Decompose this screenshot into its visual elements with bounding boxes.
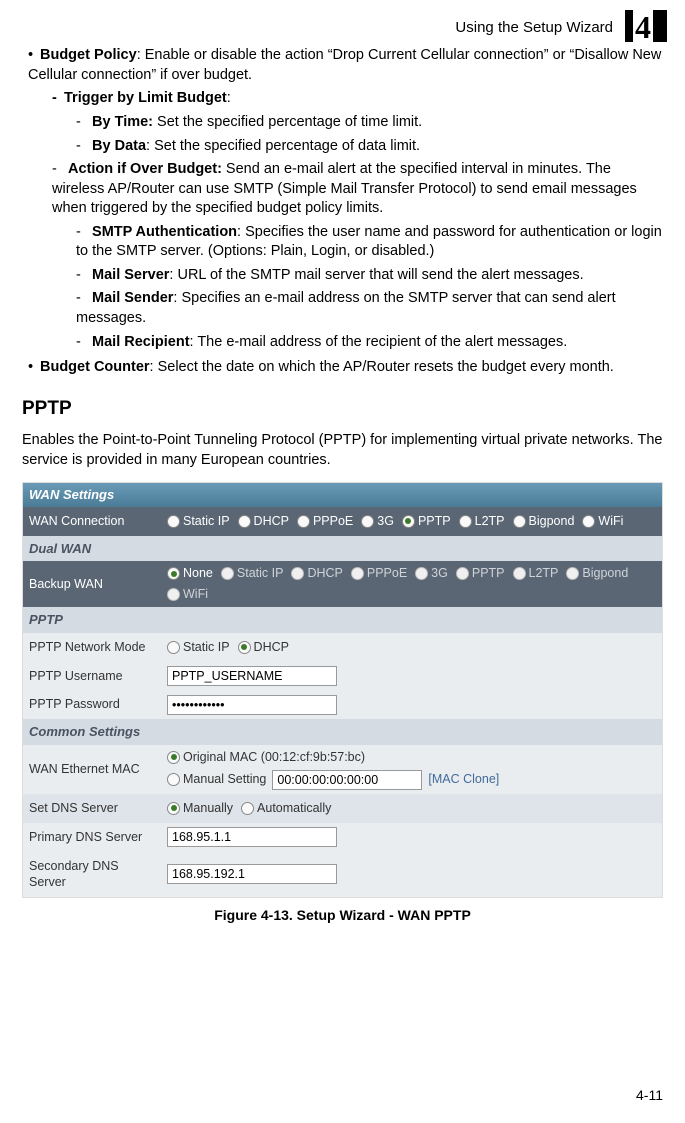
dns-manual-radio[interactable]: Manually [167, 800, 233, 817]
by-time-item: - By Time: Set the specified percentage … [76, 113, 663, 133]
wan-pppoe-radio[interactable]: PPPoE [297, 513, 353, 530]
mac-manual-input[interactable] [272, 770, 422, 790]
wan-dhcp-radio[interactable]: DHCP [238, 513, 289, 530]
primary-dns-row: Primary DNS Server [23, 823, 662, 852]
backup-static-ip-radio[interactable]: Static IP [221, 565, 284, 582]
pptp-password-input[interactable] [167, 695, 337, 715]
page-header-title: Using the Setup Wizard [22, 18, 663, 38]
pptp-username-row: PPTP Username [23, 662, 662, 691]
chapter-number: 4 [633, 6, 653, 49]
wan-mac-row: WAN Ethernet MAC Original MAC (00:12:cf:… [23, 745, 662, 794]
mail-recipient-item: - Mail Recipient: The e-mail address of … [76, 333, 663, 353]
backup-dhcp-radio[interactable]: DHCP [291, 565, 342, 582]
secondary-dns-input[interactable] [167, 864, 337, 884]
budget-counter-item: •Budget Counter: Select the date on whic… [28, 358, 663, 378]
pptp-static-ip-radio[interactable]: Static IP [167, 639, 230, 656]
content-list: •Budget Policy: Enable or disable the ac… [22, 46, 663, 377]
pptp-subheader: PPTP [23, 607, 662, 633]
common-settings-subheader: Common Settings [23, 719, 662, 745]
page-number: 4-11 [636, 1086, 663, 1105]
backup-wan-row: Backup WAN None Static IP DHCP PPPoE 3G … [23, 561, 662, 607]
mail-server-item: - Mail Server: URL of the SMTP mail serv… [76, 266, 663, 286]
set-dns-row: Set DNS Server Manually Automatically [23, 794, 662, 823]
figure-caption: Figure 4-13. Setup Wizard - WAN PPTP [22, 906, 663, 925]
backup-bigpond-radio[interactable]: Bigpond [566, 565, 628, 582]
backup-l2tp-radio[interactable]: L2TP [513, 565, 559, 582]
action-over-budget-item: - Action if Over Budget: Send an e-mail … [52, 160, 663, 352]
wan-static-ip-radio[interactable]: Static IP [167, 513, 230, 530]
backup-pppoe-radio[interactable]: PPPoE [351, 565, 407, 582]
mac-original-radio[interactable]: Original MAC (00:12:cf:9b:57:bc) [167, 749, 365, 766]
wan-settings-figure: WAN Settings WAN Connection Static IP DH… [22, 482, 663, 898]
wan-bigpond-radio[interactable]: Bigpond [513, 513, 575, 530]
by-data-item: - By Data: Set the specified percentage … [76, 137, 663, 157]
primary-dns-input[interactable] [167, 827, 337, 847]
wan-wifi-radio[interactable]: WiFi [582, 513, 623, 530]
dns-auto-radio[interactable]: Automatically [241, 800, 331, 817]
pptp-username-input[interactable] [167, 666, 337, 686]
trigger-item: - Trigger by Limit Budget: - By Time: Se… [52, 89, 663, 156]
wan-3g-radio[interactable]: 3G [361, 513, 394, 530]
secondary-dns-row: Secondary DNS Server [23, 852, 662, 898]
backup-none-radio[interactable]: None [167, 565, 213, 582]
dual-wan-subheader: Dual WAN [23, 536, 662, 562]
pptp-dhcp-radio[interactable]: DHCP [238, 639, 289, 656]
mac-manual-radio[interactable]: Manual Setting [167, 771, 266, 788]
mail-sender-item: - Mail Sender: Specifies an e-mail addre… [76, 289, 663, 328]
pptp-intro: Enables the Point-to-Point Tunneling Pro… [22, 431, 663, 470]
smtp-auth-item: - SMTP Authentication: Specifies the use… [76, 223, 663, 262]
pptp-heading: PPTP [22, 396, 663, 422]
pptp-password-row: PPTP Password [23, 690, 662, 719]
pptp-mode-row: PPTP Network Mode Static IP DHCP [23, 633, 662, 662]
mac-clone-link[interactable]: [MAC Clone] [428, 771, 499, 788]
backup-3g-radio[interactable]: 3G [415, 565, 448, 582]
wan-l2tp-radio[interactable]: L2TP [459, 513, 505, 530]
backup-wifi-radio[interactable]: WiFi [167, 586, 208, 603]
figure-title-bar: WAN Settings [23, 483, 662, 507]
backup-pptp-radio[interactable]: PPTP [456, 565, 505, 582]
wan-connection-row: WAN Connection Static IP DHCP PPPoE 3G P… [23, 507, 662, 536]
wan-pptp-radio[interactable]: PPTP [402, 513, 451, 530]
budget-policy-item: •Budget Policy: Enable or disable the ac… [28, 46, 663, 352]
chapter-number-box: 4 [625, 10, 667, 42]
